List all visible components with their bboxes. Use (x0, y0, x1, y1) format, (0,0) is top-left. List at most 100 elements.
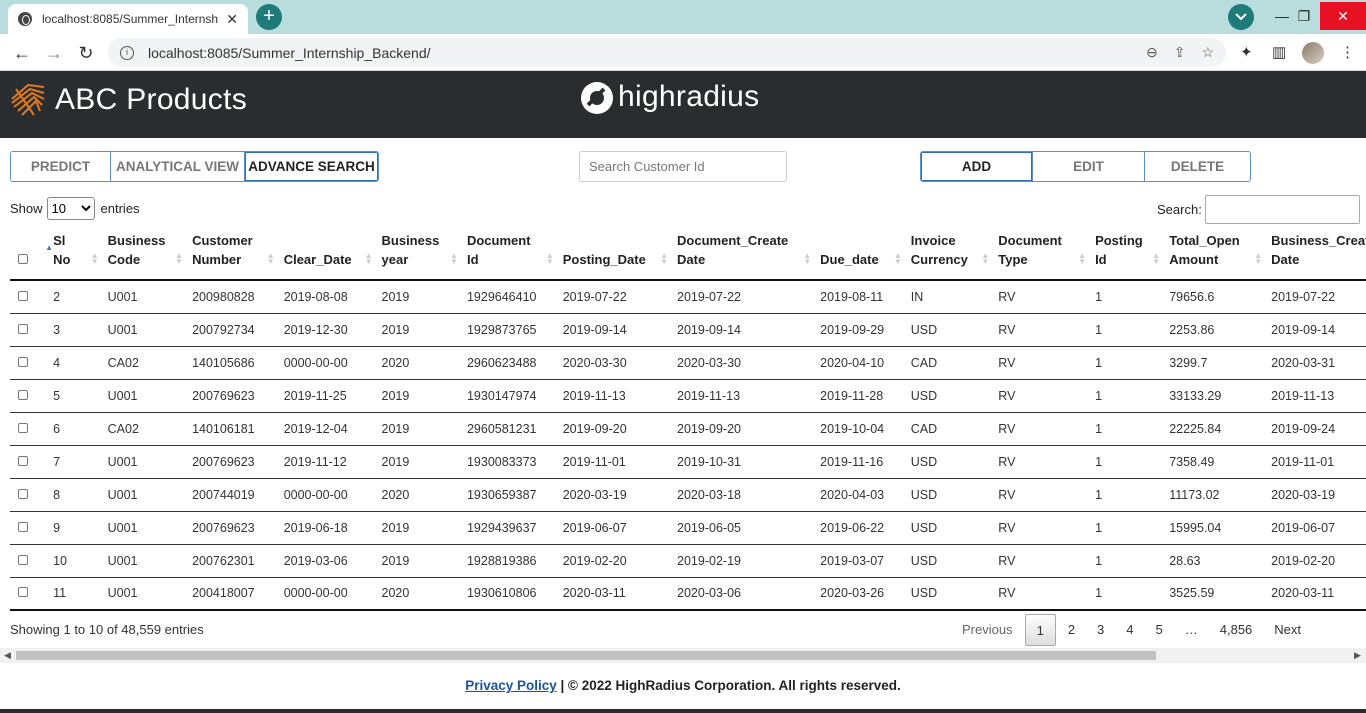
reload-icon[interactable]: ↻ (73, 40, 99, 66)
column-header[interactable]: Sl No ▲ ▼ (47, 231, 102, 281)
scroll-right-icon[interactable]: ▶ (1354, 650, 1361, 661)
crud-button-group: ADD EDIT DELETE (920, 151, 1251, 182)
column-header[interactable]: Business_Create Date▲▼ (1265, 231, 1366, 281)
search-customer-input[interactable] (579, 151, 787, 182)
row-checkbox[interactable] (18, 389, 28, 400)
column-header[interactable]: Invoice Currency ▲ ▼ (904, 231, 993, 281)
analytical-view-button[interactable]: ANALYTICAL VIEW (111, 152, 245, 181)
scrollbar-thumb[interactable] (16, 651, 1156, 660)
column-header[interactable]: Document_Create Date ▲ ▼ (671, 231, 815, 281)
new-tab-button[interactable]: + (256, 4, 282, 30)
column-header-label: Clear_Date (283, 252, 352, 267)
table-row[interactable]: 7 U001 200769623 2019-11-12 2019 1930083373 20… (10, 445, 1366, 479)
sort-arrows-icon: ▲ ▼ (981, 251, 990, 266)
advance-search-button[interactable]: ADVANCE SEARCH (245, 152, 378, 181)
row-checkbox-cell (10, 346, 48, 380)
column-header[interactable]: Document Type ▲ ▼ (992, 231, 1090, 281)
tab-search-button[interactable] (1228, 4, 1254, 30)
maximize-button[interactable]: ❐ (1284, 2, 1324, 30)
entries-select[interactable]: 10 (46, 197, 95, 220)
select-all-checkbox[interactable] (18, 254, 28, 264)
pagination: Previous 1 2 3 4 5 … 4,856 Next (950, 614, 1311, 646)
site-info-icon[interactable]: i (120, 45, 134, 60)
table-header: ▲ Sl No ▲ ▼ Business Code ▲ ▼ Customer Number ▲ ▼… (10, 231, 1366, 281)
table-cell: 2253.86 (1163, 313, 1266, 347)
column-header[interactable]: Due_date ▲ ▼ (814, 231, 905, 281)
predict-button[interactable]: PREDICT (11, 152, 111, 181)
extensions-puzzle-icon[interactable]: ✦ (1240, 43, 1253, 61)
page-button[interactable]: 5 (1146, 614, 1173, 646)
menu-kebab-icon[interactable]: ⋮ (1340, 43, 1355, 61)
row-checkbox[interactable] (18, 488, 28, 499)
table-row[interactable]: 11 U001 200418007 0000-00-00 2020 1930610806 2… (10, 577, 1366, 611)
forward-arrow-icon[interactable]: → (41, 40, 67, 66)
window-close-button[interactable]: ✕ (1320, 2, 1366, 30)
page-button[interactable]: 4 (1116, 614, 1143, 646)
horizontal-scrollbar[interactable]: ◀ ▶ (0, 648, 1366, 663)
column-header[interactable]: Document Id ▲ ▼ (460, 231, 557, 281)
tab-close-icon[interactable]: ✕ (226, 11, 238, 28)
table-row[interactable]: 3 U001 200792734 2019-12-30 2019 1929873765 20… (10, 313, 1366, 347)
column-header[interactable]: Posting_Date ▲ ▼ (556, 231, 672, 281)
table-row[interactable]: 8 U001 200744019 0000-00-00 2020 1930659387 20… (10, 478, 1366, 512)
column-header-label: Document Type (998, 233, 1062, 267)
next-page-button[interactable]: Next (1264, 614, 1311, 646)
table-cell: 1930083373 (460, 445, 557, 479)
page-button[interactable]: 1 (1024, 614, 1056, 646)
share-icon[interactable]: ⇪ (1174, 44, 1186, 61)
column-header[interactable]: Clear_Date ▲ ▼ (277, 231, 376, 281)
table-cell: 1929646410 (460, 280, 557, 314)
row-checkbox[interactable] (18, 323, 28, 334)
address-bar[interactable]: i localhost:8085/Summer_Internship_Backe… (108, 38, 1226, 67)
row-checkbox[interactable] (18, 356, 28, 367)
row-checkbox[interactable] (18, 521, 28, 532)
table-cell: 7358.49 (1163, 445, 1266, 479)
table-cell: 3299.7 (1163, 346, 1266, 380)
profile-avatar[interactable] (1302, 42, 1324, 64)
privacy-policy-link[interactable]: Privacy Policy (465, 678, 557, 693)
bookmark-star-icon[interactable]: ☆ (1201, 44, 1214, 61)
table-row[interactable]: 9 U001 200769623 2019-06-18 2019 1929439637 20… (10, 511, 1366, 545)
row-checkbox[interactable] (18, 290, 28, 301)
url-text[interactable]: localhost:8085/Summer_Internship_Backend… (148, 45, 1130, 61)
table-row[interactable]: 10 U001 200762301 2019-03-06 2019 1928819386 2… (10, 544, 1366, 578)
previous-page-button[interactable]: Previous (952, 614, 1023, 646)
table-cell: RV (992, 544, 1090, 578)
back-arrow-icon[interactable]: ← (9, 40, 35, 66)
column-header[interactable]: Posting Id ▲ ▼ (1089, 231, 1164, 281)
table-cell: 2020-03-11 (556, 577, 672, 611)
table-search-input[interactable] (1204, 195, 1360, 224)
side-panel-icon[interactable]: ▥ (1272, 43, 1286, 61)
table-cell: 2020-03-19 (1265, 478, 1366, 512)
tab-title: localhost:8085/Summer_Internsh (42, 12, 219, 26)
table-cell: 2019-02-20 (556, 544, 672, 578)
row-checkbox[interactable] (18, 455, 28, 466)
table-row[interactable]: 2 U001 200980828 2019-08-08 2019 1929646410 20… (10, 280, 1366, 314)
browser-tab[interactable]: localhost:8085/Summer_Internsh ✕ (8, 4, 248, 34)
row-checkbox[interactable] (18, 554, 28, 565)
add-button[interactable]: ADD (921, 152, 1033, 181)
page-button[interactable]: 4,856 (1210, 614, 1263, 646)
table-info: Showing 1 to 10 of 48,559 entries (10, 622, 204, 637)
table-row[interactable]: 5 U001 200769623 2019-11-25 2019 1930147974 20… (10, 379, 1366, 413)
row-checkbox[interactable] (18, 587, 28, 598)
page-button[interactable]: 2 (1058, 614, 1085, 646)
page-button[interactable]: 3 (1087, 614, 1114, 646)
edit-button[interactable]: EDIT (1033, 152, 1145, 181)
delete-button[interactable]: DELETE (1145, 152, 1250, 181)
column-header-label: Business Code (107, 233, 166, 267)
zoom-icon[interactable]: ⊖ (1146, 44, 1158, 61)
column-header[interactable]: Customer Number ▲ ▼ (186, 231, 278, 281)
column-header[interactable]: Total_Open Amount ▲ ▼ (1163, 231, 1266, 281)
scroll-left-icon[interactable]: ◀ (4, 650, 11, 661)
table-row[interactable]: 6 CA02 140106181 2019-12-04 2019 2960581231 20… (10, 412, 1366, 446)
column-header[interactable]: Business year ▲ ▼ (375, 231, 461, 281)
table-cell: U001 (101, 577, 187, 611)
row-checkbox[interactable] (18, 422, 28, 433)
row-checkbox-cell (10, 478, 48, 512)
table-cell: 2019-11-13 (556, 379, 672, 413)
column-header[interactable]: Business Code ▲ ▼ (101, 231, 187, 281)
table-cell: 79656.6 (1163, 280, 1266, 314)
table-cell: 7 (47, 445, 102, 479)
table-row[interactable]: 4 CA02 140105686 0000-00-00 2020 2960623488 20… (10, 346, 1366, 380)
